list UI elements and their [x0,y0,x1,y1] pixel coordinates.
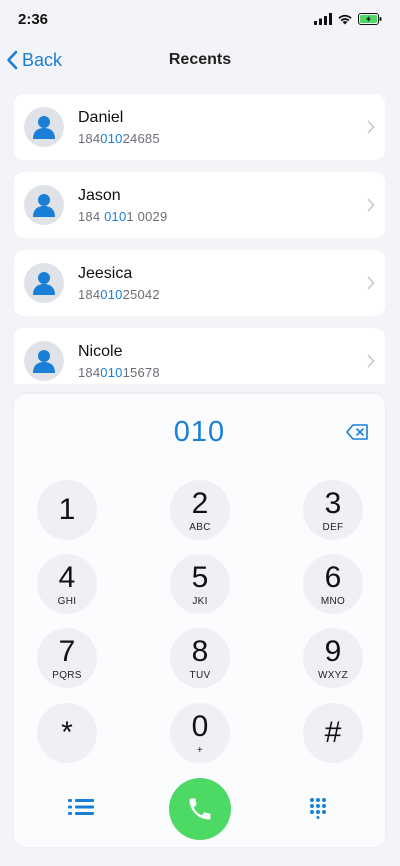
key-letters: GHI [57,595,77,607]
avatar [24,263,64,303]
key-hash[interactable]: # [303,703,363,763]
back-label: Back [22,49,63,70]
person-icon [33,350,55,373]
key-letters: MNO [320,595,346,607]
battery-charging-icon [358,13,382,25]
key-digit: * [61,716,73,749]
key-digit: # [324,716,342,749]
status-time: 2:36 [18,10,49,28]
key-9[interactable]: 9 WXYZ [303,628,363,688]
key-digit: 0 [191,709,209,743]
avatar [24,341,64,381]
key-5[interactable]: 5 JKI [170,554,230,614]
chevron-right-icon [367,120,375,134]
chevron-right-icon [367,354,375,368]
avatar [24,185,64,225]
key-digit: 5 [191,560,209,594]
avatar [24,107,64,147]
call-button[interactable] [169,778,231,840]
key-2[interactable]: 2 ABC [170,480,230,540]
contact-name: Nicole [78,342,123,360]
key-star[interactable]: * [37,703,97,763]
dialpad: 010 1 2 ABC 3 DEF 4 GHI 5 JKI 6 MNO 7 PQ… [14,394,385,847]
keypad-grid-icon[interactable] [309,797,327,819]
key-letters: WXYZ [317,669,349,681]
list-item[interactable]: Nicole 18401015678 [14,328,385,384]
back-button[interactable]: Back [6,46,62,74]
backspace-icon[interactable] [346,424,368,440]
key-0[interactable]: 0 + [170,703,230,763]
key-digit: 9 [324,634,342,668]
contact-number: 184 0101 0029 [78,208,168,224]
contact-name: Daniel [78,108,124,126]
key-letters: DEF [322,521,344,533]
person-icon [33,194,55,217]
list-item[interactable]: Jeesica 18401025042 [14,250,385,316]
key-8[interactable]: 8 TUV [170,628,230,688]
person-icon [33,272,55,295]
key-letters: PQRS [52,669,82,681]
key-3[interactable]: 3 DEF [303,480,363,540]
list-icon[interactable] [68,797,94,817]
page-title: Recents [168,51,232,68]
key-letters: ABC [189,521,211,533]
key-digit: 7 [58,634,76,668]
dial-display: 010 [173,416,226,448]
signal-icon [314,13,332,25]
wifi-icon [338,14,352,25]
chevron-left-icon [7,50,18,70]
phone-icon [189,798,211,820]
key-digit: 8 [191,634,209,668]
status-icons [314,13,382,25]
key-letters: JKI [192,595,208,607]
contact-name: Jason [78,186,121,204]
key-digit: 2 [191,486,209,520]
contact-name: Jeesica [78,264,133,282]
chevron-right-icon [367,198,375,212]
key-7[interactable]: 7 PQRS [37,628,97,688]
status-bar: 2:36 [0,0,400,38]
list-item[interactable]: Daniel 18401024685 [14,94,385,160]
chevron-right-icon [367,276,375,290]
nav-bar: Back Recents [0,40,400,80]
contact-number: 18401015678 [78,364,160,380]
contact-number: 18401024685 [78,130,160,146]
key-6[interactable]: 6 MNO [303,554,363,614]
key-digit: 4 [58,560,76,594]
key-digit: 6 [324,560,342,594]
recents-list: Daniel 18401024685 Jason 184 0101 0029 J… [14,94,386,384]
contact-number: 18401025042 [78,286,160,302]
list-item[interactable]: Jason 184 0101 0029 [14,172,385,238]
key-letters: TUV [189,669,211,681]
key-4[interactable]: 4 GHI [37,554,97,614]
key-1[interactable]: 1 [37,480,97,540]
person-icon [33,116,55,139]
key-digit: 3 [324,486,342,520]
key-letters: + [196,744,204,756]
key-digit: 1 [58,493,76,526]
